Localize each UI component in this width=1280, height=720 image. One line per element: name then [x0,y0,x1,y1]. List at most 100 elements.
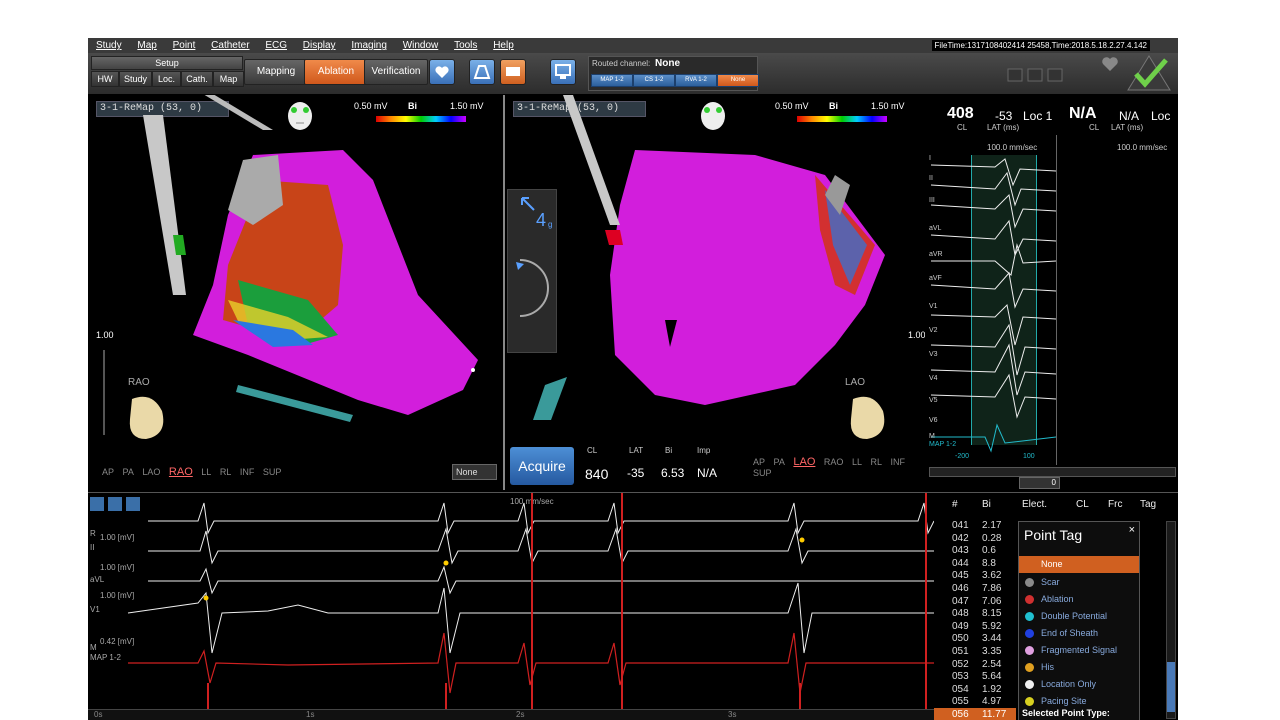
menu-tools[interactable]: Tools [446,38,482,51]
ecg-scrollbar[interactable] [929,467,1176,477]
point-tag-item[interactable]: His [1019,659,1139,676]
acquire-button[interactable]: Acquire [510,447,574,485]
menu-window[interactable]: Window [395,38,444,51]
view-ll-right[interactable]: LL [852,457,862,467]
monitor-icon[interactable] [550,59,576,85]
ecg-strip-secondary[interactable]: 100.0 mm/sec [1057,135,1178,465]
table-row[interactable]: 041 2.17 [934,519,1016,532]
menu-help[interactable]: Help [485,38,519,51]
overlay-dropdown-left[interactable]: None [452,464,497,480]
view-ll-left[interactable]: LL [201,467,211,477]
point-tag-item[interactable]: Fragmented Signal [1019,642,1139,659]
bottom-lead-label: R [90,529,96,538]
close-icon[interactable]: × [1129,524,1135,536]
mode-mapping-button[interactable]: Mapping [244,59,308,85]
ecg-scroll-offset[interactable]: 0 [1019,477,1060,489]
point-list-scrollbar[interactable] [1166,521,1176,719]
table-row[interactable]: 054 1.92 [934,683,1016,696]
heart-plus-icon[interactable] [429,59,455,85]
routed-chip-cs[interactable]: CS 1-2 [633,74,675,87]
point-tag-item[interactable]: Location Only [1019,676,1139,693]
point-imp-label: Imp [697,446,711,455]
view-rl-right[interactable]: RL [870,457,882,467]
setup-loc-button[interactable]: Loc. [152,71,181,87]
table-row[interactable]: 053 5.64 [934,670,1016,683]
setup-map-button[interactable]: Map [213,71,244,87]
time-tick: 1s [306,710,315,719]
routed-chip-rva[interactable]: RVA 1-2 [675,74,717,87]
column-header-tag[interactable]: Tag [1140,499,1156,510]
system-ok-check-icon [1127,55,1171,91]
table-row[interactable]: 043 0.6 [934,544,1016,557]
column-header-frc[interactable]: Frc [1108,499,1122,510]
point-tag-none[interactable]: None [1019,556,1139,573]
routed-chip-none[interactable]: None [717,74,759,87]
view-sup-right[interactable]: SUP [753,468,772,478]
zoom-slider-left[interactable] [103,350,105,435]
view-lao-right[interactable]: LAO [793,456,815,468]
cl-label: CL [957,123,968,132]
bottom-ecg-panel[interactable]: 100 mm/sec R 1.00 [mV] II 1.00 [mV] aVL … [88,492,934,720]
column-header-id[interactable]: # [952,499,958,510]
catheter-view-icon[interactable] [469,59,495,85]
view-pa-left[interactable]: PA [123,467,134,477]
scroll-thumb[interactable] [1167,662,1175,712]
menu-display[interactable]: Display [295,38,341,51]
map-panel-right[interactable]: 3-1-ReMap (53, 0) 0.50 mV Bi 1.50 mV 4 g [505,95,925,490]
view-sup-left[interactable]: SUP [263,467,282,477]
menu-catheter[interactable]: Catheter [203,38,254,51]
table-row[interactable]: 042 0.28 [934,532,1016,545]
ecg-side-panel: 408 CL -53 LAT (ms) Loc 1 N/A CL N/A LAT… [925,95,1178,489]
point-tag-item[interactable]: Double Potential [1019,608,1139,625]
bottom-lead-label: II [90,543,95,552]
table-row[interactable]: 049 5.92 [934,620,1016,633]
view-rl-left[interactable]: RL [220,467,232,477]
table-row[interactable]: 045 3.62 [934,569,1016,582]
point-list-panel: # Bi Elect. CL Frc Tag 041 2.17 042 0.28 043… [934,492,1178,720]
column-header-elect[interactable]: Elect. [1022,499,1047,510]
setup-cath-button[interactable]: Cath. [181,71,213,87]
point-tag-item[interactable]: Ablation [1019,591,1139,608]
table-row[interactable]: 056 11.77 [934,708,1016,720]
table-row[interactable]: 047 7.06 [934,595,1016,608]
column-header-cl[interactable]: CL [1076,499,1089,510]
point-tag-item[interactable]: Scar [1019,574,1139,591]
bottom-lead-label: M [90,643,97,652]
routed-channel-value: None [655,58,680,69]
mode-ablation-button[interactable]: Ablation [304,59,368,85]
view-inf-left[interactable]: INF [240,467,255,477]
view-rao-left[interactable]: RAO [169,466,193,478]
menu-ecg[interactable]: ECG [257,38,292,51]
setup-study-button[interactable]: Study [119,71,152,87]
menu-map[interactable]: Map [129,38,161,51]
ecg-speed-secondary: 100.0 mm/sec [1117,143,1168,152]
table-row[interactable]: 055 4.97 [934,695,1016,708]
view-rao-right[interactable]: RAO [824,457,844,467]
ecg-strip-main[interactable]: 100.0 mm/sec I II III aVL aVR aVF V1 V2 … [925,135,1057,465]
contact-force-widget: 4 g [507,189,557,353]
menu-imaging[interactable]: Imaging [343,38,392,51]
tag-color-dot-icon [1025,595,1034,604]
table-row[interactable]: 044 8.8 [934,557,1016,570]
view-ap-left[interactable]: AP [102,467,114,477]
map-panel-left[interactable]: 3-1-ReMap (53, 0) 0.50 mV Bi 1.50 mV 1.0… [88,95,505,490]
ablation-generator-icon[interactable] [500,59,526,85]
table-row[interactable]: 052 2.54 [934,658,1016,671]
mode-verification-button[interactable]: Verification [364,59,428,85]
view-inf-right[interactable]: INF [891,457,906,467]
view-pa-right[interactable]: PA [774,457,785,467]
setup-hw-button[interactable]: HW [91,71,119,87]
menu-point[interactable]: Point [165,38,201,51]
table-row[interactable]: 050 3.44 [934,632,1016,645]
table-row[interactable]: 046 7.86 [934,582,1016,595]
point-tag-item[interactable]: End of Sheath [1019,625,1139,642]
menu-study[interactable]: Study [88,38,127,51]
view-ap-right[interactable]: AP [753,457,765,467]
row-bi: 2.54 [982,658,1002,670]
column-header-bi[interactable]: Bi [982,499,991,510]
table-row[interactable]: 051 3.35 [934,645,1016,658]
loc2-label: Loc [1151,109,1171,123]
routed-chip-map[interactable]: MAP 1-2 [591,74,633,87]
table-row[interactable]: 048 8.15 [934,607,1016,620]
view-lao-left[interactable]: LAO [142,467,160,477]
